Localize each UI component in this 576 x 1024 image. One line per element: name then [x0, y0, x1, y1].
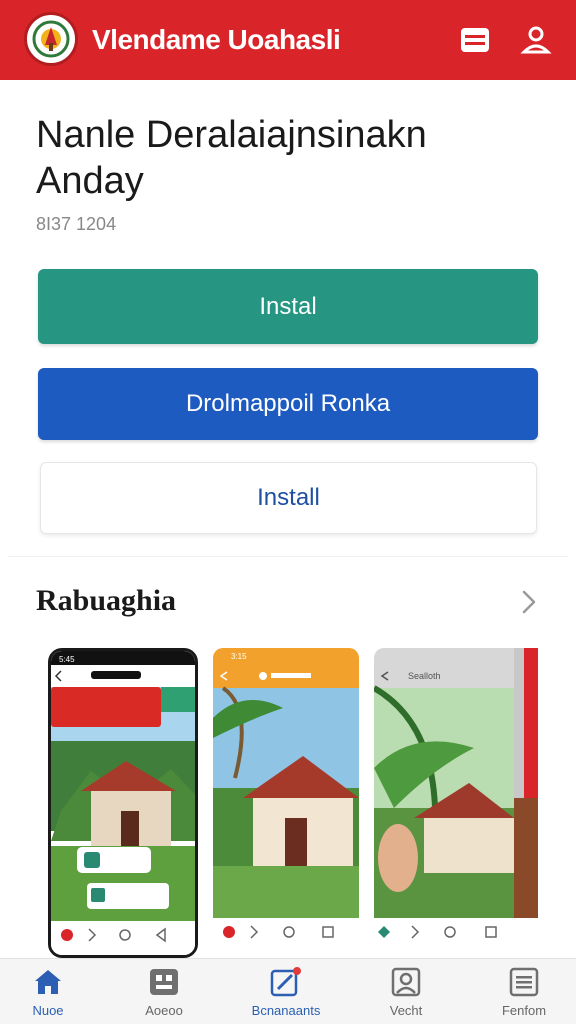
nav-label: Vecht — [389, 1003, 423, 1018]
install-secondary-button[interactable]: Install — [40, 462, 537, 534]
home-icon — [32, 967, 64, 997]
divider — [8, 556, 568, 557]
nav-item-edit[interactable]: Bcnanaants — [238, 959, 334, 1024]
status-time: 3:15 — [231, 652, 247, 661]
nav-item-home[interactable]: Nuoe — [0, 959, 96, 1024]
screenshot-3[interactable]: Sealloth — [374, 648, 514, 958]
nav-item-apps[interactable]: Aoeoo — [116, 959, 212, 1024]
screenshot-1[interactable]: 5:45 — [48, 648, 198, 958]
open-button[interactable]: Drolmappoil Ronka — [38, 368, 538, 440]
screenshot-2[interactable]: 3:15 — [213, 648, 359, 958]
status-time: 5:45 — [59, 655, 75, 664]
nav-label: Aoeoo — [145, 1003, 183, 1018]
screenshots-title: Rabuaghia — [36, 584, 177, 617]
app-meta: 8I37 1204 — [36, 214, 117, 234]
app-name: Nanle Deralaiajnsinakn Anday — [36, 114, 427, 202]
screenshot-4-partial[interactable] — [514, 648, 538, 958]
apps-icon — [148, 967, 180, 997]
nav-label: Nuoe — [32, 1003, 64, 1018]
nav-item-list[interactable]: Fenfom — [476, 959, 572, 1024]
portrait-icon — [390, 967, 422, 997]
user-icon[interactable] — [516, 20, 556, 60]
app-title: Vlendame Uoahasli — [92, 24, 341, 55]
nav-item-portrait[interactable]: Vecht — [358, 959, 454, 1024]
edit-icon — [270, 967, 302, 997]
emblem-icon[interactable] — [24, 12, 78, 66]
screenshot-header: Sealloth — [408, 671, 441, 681]
nav-label: Fenfom — [501, 1003, 547, 1018]
app-bar: Vlendame Uoahasli — [0, 0, 576, 80]
card-icon[interactable] — [455, 20, 495, 60]
bottom-navigation: Nuoe Aoeoo Bcnanaants Vecht Fenfom — [0, 958, 576, 1024]
nav-label: Bcnanaants — [251, 1003, 321, 1018]
chevron-right-icon[interactable] — [516, 588, 542, 616]
install-button[interactable]: Instal — [38, 269, 538, 344]
list-icon — [508, 967, 540, 997]
